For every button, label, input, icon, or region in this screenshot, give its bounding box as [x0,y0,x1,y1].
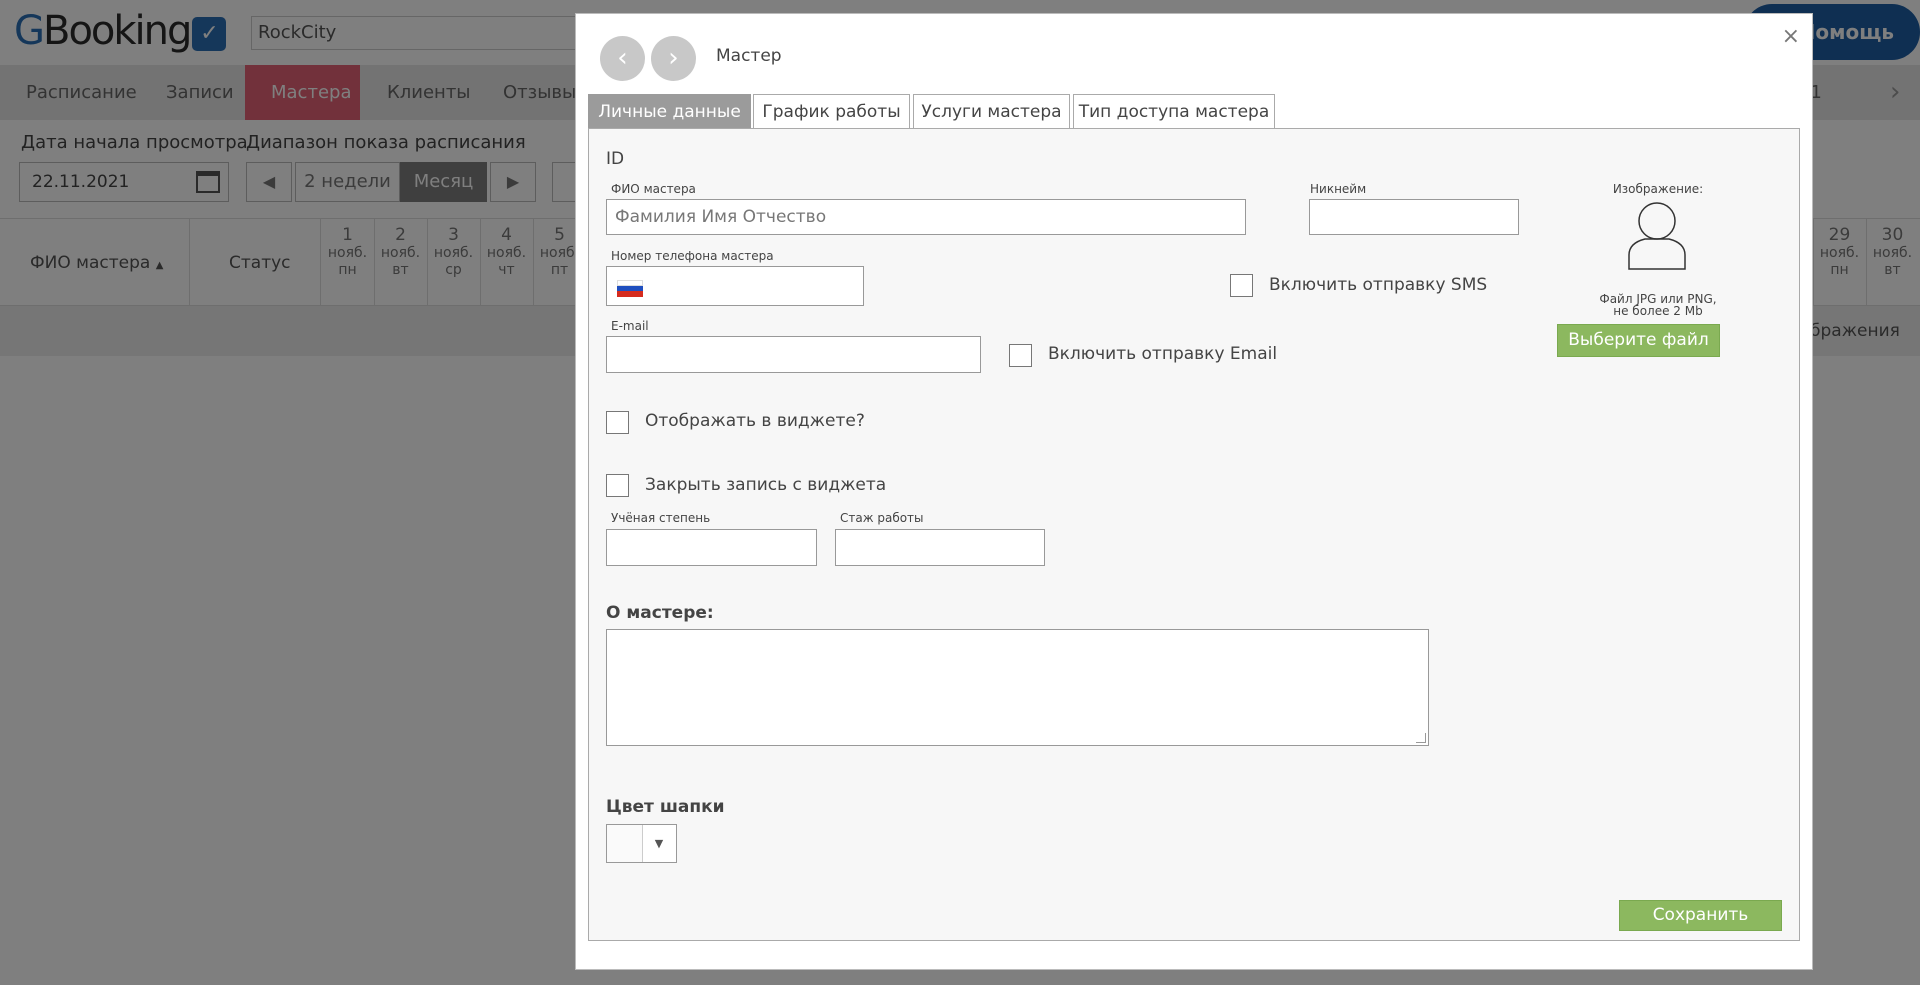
image-hint: Файл JPG или PNG, не более 2 Mb [1583,293,1733,317]
about-textarea[interactable] [606,629,1429,746]
save-button[interactable]: Сохранить [1619,900,1782,931]
russia-flag-icon[interactable] [617,280,643,297]
email-label: E-mail [611,319,649,333]
prev-arrow-icon[interactable]: ‹ [600,36,645,81]
show-widget-label: Отображать в виджете? [645,411,865,431]
resize-handle-icon[interactable] [1416,733,1426,743]
user-avatar-icon [1628,202,1686,270]
close-widget-checkbox[interactable] [606,474,629,497]
fio-label: ФИО мастера [611,182,696,196]
phone-input[interactable] [606,266,864,306]
nickname-input[interactable] [1309,199,1519,235]
choose-file-button[interactable]: Выберите файл [1557,324,1720,357]
color-swatch[interactable] [607,825,643,862]
nickname-label: Никнейм [1310,182,1367,196]
sms-checkbox-label: Включить отправку SMS [1269,275,1488,295]
email-notify-label: Включить отправку Email [1048,344,1278,364]
personal-data-panel: ID ФИО мастера Фамилия Имя Отчество Никн… [588,128,1800,941]
id-label: ID [606,149,625,169]
next-arrow-icon[interactable]: › [651,36,696,81]
modal-title: Мастер [716,46,782,66]
header-color-picker[interactable]: ▼ [606,824,677,863]
image-hint-line-2: не более 2 Mb [1613,304,1703,318]
close-widget-label: Закрыть запись с виджета [645,475,887,495]
experience-input[interactable] [835,529,1045,566]
header-color-label: Цвет шапки [606,797,725,817]
experience-label: Стаж работы [840,511,924,525]
tab-access-type[interactable]: Тип доступа мастера [1073,94,1275,129]
email-input[interactable] [606,336,981,373]
master-modal: ‹ › Мастер × Личные данные График работы… [575,13,1813,970]
tab-personal-data[interactable]: Личные данные [588,94,751,129]
tab-master-services[interactable]: Услуги мастера [913,94,1070,129]
degree-label: Учёная степень [611,511,711,525]
fio-input[interactable]: Фамилия Имя Отчество [606,199,1246,235]
tab-work-schedule[interactable]: График работы [753,94,910,129]
show-widget-checkbox[interactable] [606,411,629,434]
degree-input[interactable] [606,529,817,566]
about-label: О мастере: [606,603,714,623]
phone-label: Номер телефона мастера [611,249,774,263]
sms-checkbox[interactable] [1230,274,1253,297]
image-label: Изображение: [1612,182,1704,196]
email-notify-checkbox[interactable] [1009,344,1032,367]
close-icon[interactable]: × [1782,26,1800,48]
chevron-down-icon[interactable]: ▼ [642,825,676,862]
